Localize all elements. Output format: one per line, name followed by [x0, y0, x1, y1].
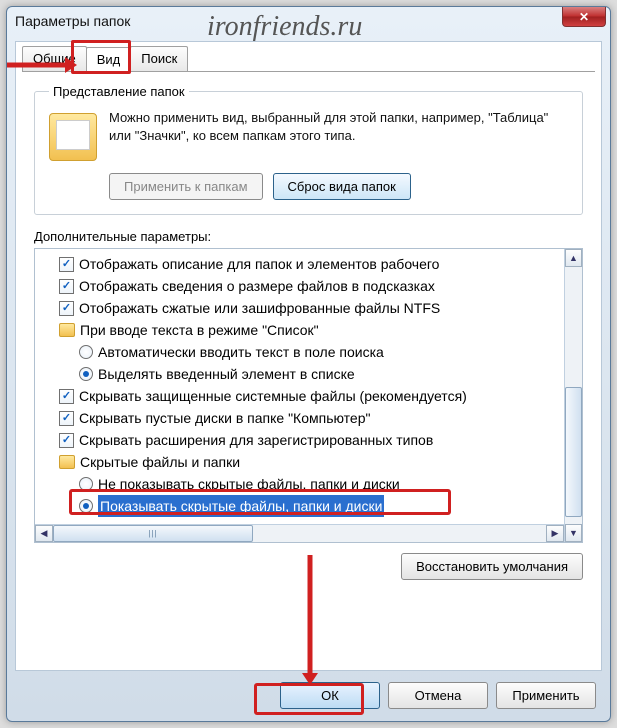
opt-encrypted-color[interactable]: Отображать сжатые или зашифрованные файл…: [43, 297, 580, 319]
scroll-left-icon[interactable]: ◀: [35, 525, 53, 542]
checkbox-icon[interactable]: [59, 433, 74, 448]
hscroll-thumb[interactable]: |||: [53, 525, 253, 542]
folder-views-legend: Представление папок: [49, 84, 189, 99]
tab-view[interactable]: Вид: [86, 47, 132, 72]
vertical-scrollbar[interactable]: ▲ ▼: [564, 249, 582, 542]
radio-icon[interactable]: [79, 345, 93, 359]
apply-button[interactable]: Применить: [496, 682, 596, 709]
opt-hidden-files-group[interactable]: Скрытые файлы и папки: [43, 451, 580, 473]
checkbox-icon[interactable]: [59, 279, 74, 294]
checkbox-icon[interactable]: [59, 411, 74, 426]
dialog-client-area: Общие Вид Поиск Представление папок Можн…: [15, 41, 602, 671]
vscroll-track[interactable]: [565, 267, 582, 524]
checkbox-icon[interactable]: [59, 257, 74, 272]
opt-type-in-list[interactable]: При вводе текста в режиме "Список": [43, 319, 580, 341]
radio-icon[interactable]: [79, 367, 93, 381]
tab-search[interactable]: Поиск: [130, 46, 188, 71]
opt-hide-protected-os[interactable]: Скрывать защищенные системные файлы (рек…: [43, 385, 580, 407]
vscroll-thumb[interactable]: [565, 387, 582, 517]
folder-icon: [59, 323, 75, 337]
close-icon: ✕: [579, 10, 589, 24]
scroll-up-icon[interactable]: ▲: [565, 249, 582, 267]
apply-to-folders-button: Применить к папкам: [109, 173, 263, 200]
titlebar[interactable]: Параметры папок ✕: [7, 7, 610, 35]
advanced-settings-label: Дополнительные параметры:: [34, 229, 583, 244]
dialog-buttons: ОК Отмена Применить: [280, 682, 596, 709]
ok-button[interactable]: ОК: [280, 682, 380, 709]
folder-views-group: Представление папок Можно применить вид,…: [34, 84, 583, 215]
opt-hide-extensions[interactable]: Скрывать расширения для зарегистрированн…: [43, 429, 580, 451]
tab-general[interactable]: Общие: [22, 46, 87, 71]
opt-show-descriptions[interactable]: Отображать описание для папок и элементо…: [43, 253, 580, 275]
checkbox-icon[interactable]: [59, 301, 74, 316]
opt-auto-type-search[interactable]: Автоматически вводить текст в поле поиск…: [43, 341, 580, 363]
tab-strip: Общие Вид Поиск: [16, 42, 601, 71]
radio-icon[interactable]: [79, 477, 93, 491]
tab-panel-view: Представление папок Можно применить вид,…: [22, 71, 595, 584]
folder-options-dialog: Параметры папок ✕ ironfriends.ru Общие В…: [6, 6, 611, 722]
restore-defaults-button[interactable]: Восстановить умолчания: [401, 553, 583, 580]
opt-show-file-size[interactable]: Отображать сведения о размере файлов в п…: [43, 275, 580, 297]
selected-option-label: Показывать скрытые файлы, папки и диски: [98, 495, 384, 517]
hscroll-track[interactable]: |||: [53, 525, 546, 542]
scroll-down-icon[interactable]: ▼: [565, 524, 582, 542]
horizontal-scrollbar[interactable]: ◀ ||| ▶: [35, 524, 564, 542]
opt-show-hidden[interactable]: Показывать скрытые файлы, папки и диски: [43, 495, 580, 517]
opt-hide-empty-drives[interactable]: Скрывать пустые диски в папке "Компьютер…: [43, 407, 580, 429]
opt-select-typed-item[interactable]: Выделять введенный элемент в списке: [43, 363, 580, 385]
checkbox-icon[interactable]: [59, 389, 74, 404]
cancel-button[interactable]: Отмена: [388, 682, 488, 709]
close-button[interactable]: ✕: [562, 7, 606, 27]
folder-icon: [59, 455, 75, 469]
scroll-right-icon[interactable]: ▶: [546, 525, 564, 542]
folder-icon: [49, 113, 97, 161]
window-title: Параметры папок: [15, 13, 130, 29]
reset-folders-button[interactable]: Сброс вида папок: [273, 173, 411, 200]
advanced-settings-tree[interactable]: Отображать описание для папок и элементо…: [34, 248, 583, 543]
radio-icon[interactable]: [79, 499, 93, 513]
folder-views-text: Можно применить вид, выбранный для этой …: [109, 109, 568, 161]
opt-dont-show-hidden[interactable]: Не показывать скрытые файлы, папки и дис…: [43, 473, 580, 495]
